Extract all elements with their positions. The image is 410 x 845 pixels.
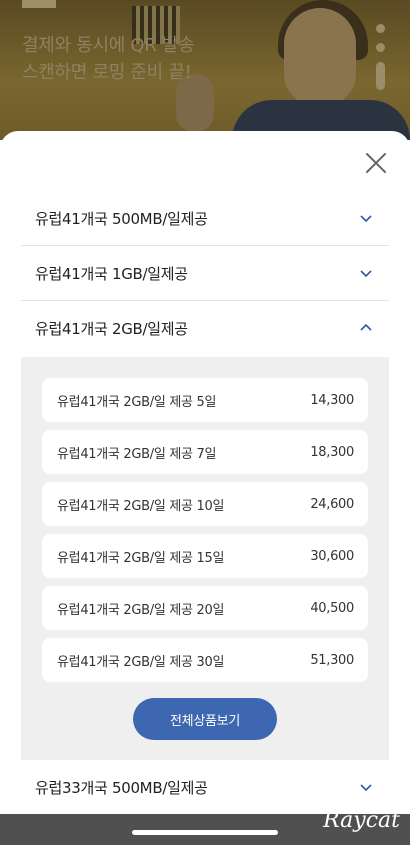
product-name: 유럽41개국 2GB/일 제공 5일	[57, 394, 217, 410]
product-name: 유럽41개국 2GB/일 제공 20일	[57, 602, 225, 618]
product-item[interactable]: 유럽41개국 2GB/일 제공 10일 24,600	[42, 482, 368, 526]
accordion-panel-2gb: 유럽41개국 2GB/일 제공 5일 14,300 유럽41개국 2GB/일 제…	[21, 357, 389, 760]
dot	[376, 24, 385, 33]
product-name: 유럽41개국 2GB/일 제공 30일	[57, 654, 225, 670]
chevron-up-icon	[360, 323, 372, 331]
chevron-down-icon	[360, 215, 372, 223]
accordion-500mb[interactable]: 유럽41개국 500MB/일제공	[21, 191, 389, 246]
accordion-title: 유럽41개국 1GB/일제공	[35, 264, 188, 283]
banner-line-1: 결제와 동시에 QR 발송	[22, 35, 195, 56]
home-indicator[interactable]	[132, 830, 278, 835]
accordion-title: 유럽33개국 500MB/일제공	[35, 778, 208, 797]
product-item[interactable]: 유럽41개국 2GB/일 제공 15일 30,600	[42, 534, 368, 578]
accordion-title: 유럽41개국 500MB/일제공	[35, 209, 208, 228]
accordion-33-500mb[interactable]: 유럽33개국 500MB/일제공	[21, 760, 389, 814]
brand-logo	[22, 0, 56, 8]
product-item[interactable]: 유럽41개국 2GB/일 제공 5일 14,300	[42, 378, 368, 422]
pagination-dots	[376, 24, 386, 100]
product-price: 24,600	[310, 496, 354, 512]
banner-line-2: 스캔하면 로밍 준비 끝!	[22, 62, 192, 83]
product-price: 40,500	[310, 600, 354, 616]
system-navigation-bar: Raycat	[0, 808, 410, 845]
promo-banner: 결제와 동시에 QR 발송 스캔하면 로밍 준비 끝!	[0, 0, 410, 140]
accordion-title: 유럽41개국 2GB/일제공	[35, 319, 188, 338]
product-sheet: 유럽41개국 500MB/일제공 유럽41개국 1GB/일제공 유럽41개국 2…	[0, 131, 410, 814]
product-price: 30,600	[310, 548, 354, 564]
product-name: 유럽41개국 2GB/일 제공 7일	[57, 446, 217, 462]
product-item[interactable]: 유럽41개국 2GB/일 제공 7일 18,300	[42, 430, 368, 474]
product-name: 유럽41개국 2GB/일 제공 10일	[57, 498, 225, 514]
model-face	[284, 8, 356, 106]
banner-text: 결제와 동시에 QR 발송 스캔하면 로밍 준비 끝!	[22, 32, 195, 86]
product-item[interactable]: 유럽41개국 2GB/일 제공 30일 51,300	[42, 638, 368, 682]
view-all-products-button[interactable]: 전체상품보기	[133, 698, 277, 740]
dot	[376, 43, 385, 52]
accordion-1gb[interactable]: 유럽41개국 1GB/일제공	[21, 246, 389, 301]
accordion-2gb[interactable]: 유럽41개국 2GB/일제공	[21, 301, 389, 355]
product-item[interactable]: 유럽41개국 2GB/일 제공 20일 40,500	[42, 586, 368, 630]
chevron-down-icon	[360, 270, 372, 278]
watermark-signature: Raycat	[323, 808, 400, 833]
product-name: 유럽41개국 2GB/일 제공 15일	[57, 550, 225, 566]
product-price: 18,300	[310, 444, 354, 460]
close-icon[interactable]	[364, 151, 388, 175]
chevron-down-icon	[360, 784, 372, 792]
dot-active	[376, 62, 385, 90]
product-price: 14,300	[310, 392, 354, 408]
product-price: 51,300	[310, 652, 354, 668]
